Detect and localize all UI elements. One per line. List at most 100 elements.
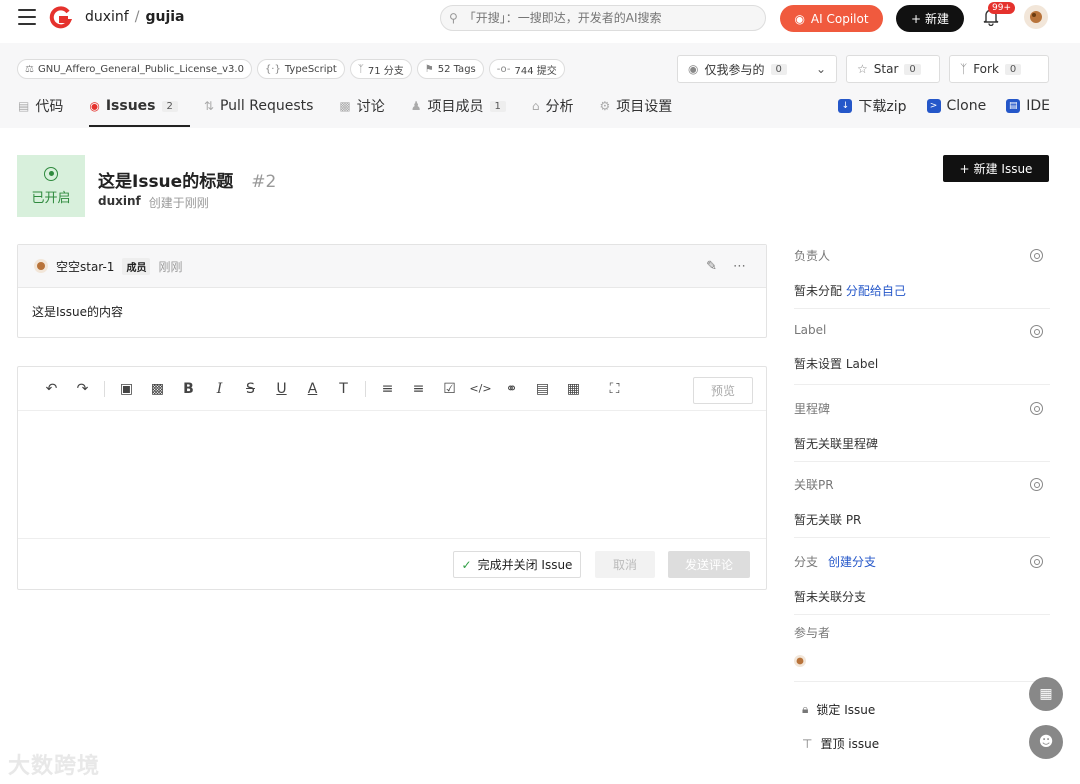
fork-button[interactable]: ᛉ Fork 0 — [949, 55, 1049, 83]
bold-icon[interactable]: B — [173, 381, 204, 397]
close-issue-button[interactable]: ✓ 完成并关闭 Issue — [453, 551, 581, 578]
branch-section: 分支 创建分支 暂未关联分支 — [794, 553, 1050, 605]
label-section: Label 暂未设置 Label — [794, 323, 1050, 372]
participants-section: 参与者 — [794, 624, 1050, 671]
comment-username[interactable]: 空空star-1 — [56, 258, 114, 275]
create-branch-link[interactable]: 创建分支 — [828, 553, 876, 570]
owner-link[interactable]: duxinf — [85, 9, 129, 25]
ide-icon: ▤ — [1006, 99, 1021, 113]
undo-icon[interactable]: ↶ — [36, 381, 67, 397]
edit-icon[interactable]: ✎ — [706, 259, 717, 274]
table-icon[interactable]: ▦ — [558, 381, 589, 397]
divider — [794, 308, 1050, 309]
avatar[interactable] — [794, 655, 806, 667]
branch-value: 暂未关联分支 — [794, 590, 867, 604]
gear-icon[interactable] — [1030, 555, 1043, 568]
tab-issues[interactable]: ◉ Issues 2 — [89, 92, 190, 127]
gear-icon[interactable] — [1030, 249, 1043, 262]
language-pill[interactable]: {·} TypeScript — [256, 59, 345, 79]
link-icon[interactable]: ⚭ — [496, 381, 527, 397]
tab-analytics[interactable]: ⌂ 分析 — [532, 92, 586, 120]
gear-icon[interactable] — [1030, 478, 1043, 491]
cancel-button[interactable]: 取消 — [595, 551, 655, 578]
tab-settings[interactable]: ⚙ 项目设置 — [600, 92, 685, 120]
download-zip-link[interactable]: ↓ 下载zip — [838, 96, 907, 116]
repo-tabs: ▤ 代码 ◉ Issues 2 ⇅ Pull Requests ▩ 讨论 ♟ 项目成员 1 ⌂… — [18, 92, 698, 128]
terminal-icon: > — [926, 99, 941, 113]
chevron-down-icon: ⌄ — [815, 62, 826, 76]
image-icon[interactable]: ▤ — [527, 381, 558, 397]
issue-icon: ◉ — [89, 99, 100, 113]
smile-icon[interactable]: ☻ — [1029, 725, 1063, 759]
redo-icon[interactable]: ↷ — [67, 381, 98, 397]
text-color-icon[interactable]: A — [297, 381, 328, 397]
issue-title-text: 这是Issue的标题 — [98, 172, 234, 192]
new-issue-button[interactable]: + 新建 Issue — [943, 155, 1049, 182]
issue-title: 这是Issue的标题 #2 — [98, 167, 276, 192]
participant-list — [794, 655, 1050, 671]
label-label: Label — [794, 323, 827, 337]
comment-textarea[interactable] — [18, 411, 766, 539]
tab-code[interactable]: ▤ 代码 — [18, 92, 75, 120]
tab-label: Issues — [105, 98, 156, 114]
tab-count: 1 — [489, 100, 506, 112]
underline-icon[interactable]: U — [266, 381, 297, 397]
checklist-icon[interactable]: ☑ — [434, 381, 465, 397]
tab-members[interactable]: ♟ 项目成员 1 — [411, 92, 518, 120]
editor-footer: ✓ 完成并关闭 Issue 取消 发送评论 — [18, 539, 766, 589]
tags-pill[interactable]: ⚑ 52 Tags — [416, 59, 484, 79]
star-button[interactable]: ☆ Star 0 — [846, 55, 940, 83]
gear-icon: ⚙ — [599, 99, 611, 113]
participants-label: 参与者 — [794, 626, 831, 640]
new-label: 新建 — [925, 12, 950, 26]
comment-time: 刚刚 — [158, 259, 183, 274]
ordered-list-icon[interactable]: ≡ — [403, 381, 434, 397]
download-label: 下载zip — [858, 99, 907, 115]
user-avatar[interactable] — [1024, 5, 1048, 29]
italic-icon[interactable]: I — [204, 381, 235, 397]
gear-icon[interactable] — [1030, 325, 1043, 338]
menu-icon[interactable] — [18, 9, 36, 25]
toolbar-divider — [365, 380, 366, 397]
repo-link[interactable]: gujia — [145, 9, 184, 25]
tab-pull-requests[interactable]: ⇅ Pull Requests — [204, 92, 326, 120]
strikethrough-icon[interactable]: S — [235, 381, 266, 397]
block-icon[interactable]: ▩ — [142, 381, 173, 397]
fullscreen-icon[interactable]: ⛶ — [599, 381, 630, 397]
gitcode-logo[interactable] — [48, 6, 72, 30]
repo-meta-row: ⚖ GNU_Affero_General_Public_License_v3.0 … — [17, 59, 565, 79]
tag-icon: ⚑ — [424, 63, 434, 75]
heading-icon[interactable]: ▣ — [111, 381, 142, 397]
license-pill[interactable]: ⚖ GNU_Affero_General_Public_License_v3.0 — [17, 59, 252, 79]
gear-icon[interactable] — [1030, 402, 1043, 415]
search-input[interactable] — [463, 11, 754, 25]
building-icon[interactable]: ▦ — [1029, 677, 1063, 711]
new-button[interactable]: + 新建 — [896, 5, 964, 32]
clone-link[interactable]: > Clone — [926, 96, 987, 116]
status-label: 已开启 — [31, 190, 71, 206]
lock-issue-action[interactable]: 🔒︎ 锁定 Issue — [802, 701, 875, 718]
search-box[interactable]: ⚲ — [440, 5, 766, 31]
milestone-section: 里程碑 暂无关联里程碑 — [794, 400, 1050, 452]
tab-discussions[interactable]: ▩ 讨论 — [339, 92, 396, 120]
ide-link[interactable]: ▤ IDE — [1006, 96, 1050, 116]
watch-dropdown[interactable]: ◉ 仅我参与的 0 ⌄ — [677, 55, 837, 83]
bullet-list-icon[interactable]: ≡ — [372, 381, 403, 397]
avatar[interactable] — [34, 259, 48, 273]
issue-author[interactable]: duxinf — [98, 194, 141, 211]
commits-pill[interactable]: -o- 744 提交 — [488, 59, 565, 79]
branches-pill[interactable]: ᛉ 71 分支 — [349, 59, 412, 79]
ai-copilot-button[interactable]: ◉ AI Copilot — [780, 5, 883, 32]
send-comment-button[interactable]: 发送评论 — [668, 551, 750, 578]
milestone-value: 暂无关联里程碑 — [794, 437, 879, 451]
tab-count: 2 — [161, 100, 178, 112]
preview-button[interactable]: 预览 — [693, 377, 753, 404]
scale-icon: ⚖ — [25, 63, 34, 75]
clone-label: Clone — [946, 98, 987, 114]
code-icon[interactable]: </> — [465, 382, 496, 395]
pin-issue-action[interactable]: ⊤ 置顶 issue — [802, 735, 879, 752]
milestone-label: 里程碑 — [794, 402, 831, 416]
font-size-icon[interactable]: T — [328, 381, 359, 397]
assign-self-link[interactable]: 分配给自己 — [846, 284, 906, 298]
more-icon[interactable]: ⋯ — [733, 259, 746, 274]
